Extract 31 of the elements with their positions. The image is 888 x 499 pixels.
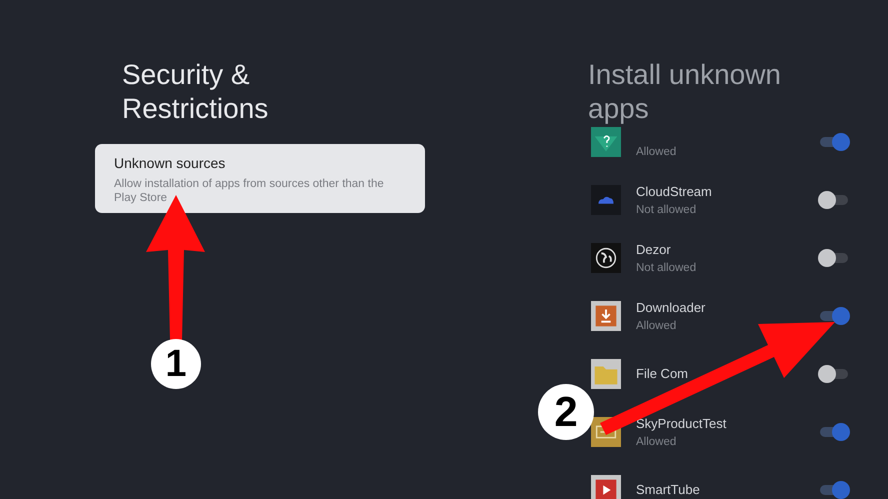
toggle-switch[interactable]: [818, 480, 850, 499]
question-icon: [591, 127, 621, 157]
toggle-switch[interactable]: [818, 306, 850, 326]
toggle-switch[interactable]: [818, 422, 850, 442]
step-number-badge: 2: [538, 384, 594, 440]
step-number-badge: 1: [151, 339, 201, 389]
download-icon: [591, 301, 621, 331]
play-icon: [591, 475, 621, 499]
app-name: Dezor: [636, 242, 671, 257]
option-description: Allow installation of apps from sources other than the Play Store: [114, 177, 385, 205]
app-permission-status: Not allowed: [636, 203, 698, 218]
toggle-switch[interactable]: [818, 364, 850, 384]
app-name: Downloader: [636, 300, 706, 315]
toggle-switch[interactable]: [818, 248, 850, 268]
toggle-switch[interactable]: [818, 132, 850, 152]
app-name: File Com: [636, 366, 688, 381]
globe-icon: [591, 243, 621, 273]
app-permission-status: Allowed: [636, 145, 678, 160]
unknown-sources-option[interactable]: Unknown sources Allow installation of apps from sources other than the Play Store: [95, 144, 425, 213]
folder-icon: [591, 359, 621, 389]
app-permission-status: Not allowed: [636, 261, 698, 276]
app-name: SkyProductTest: [636, 416, 726, 431]
panel-title: Install unknown apps: [588, 58, 782, 126]
toggle-switch[interactable]: [818, 190, 850, 210]
app-permission-status: Allowed: [636, 319, 678, 334]
app-permission-status: Allowed: [636, 435, 678, 450]
page-title: Security & Restrictions: [121, 58, 270, 126]
cloud-icon: [591, 185, 621, 215]
app-name: CloudStream: [636, 184, 712, 199]
option-title: Unknown sources: [114, 154, 226, 172]
app-name: SmartTube: [636, 482, 700, 497]
